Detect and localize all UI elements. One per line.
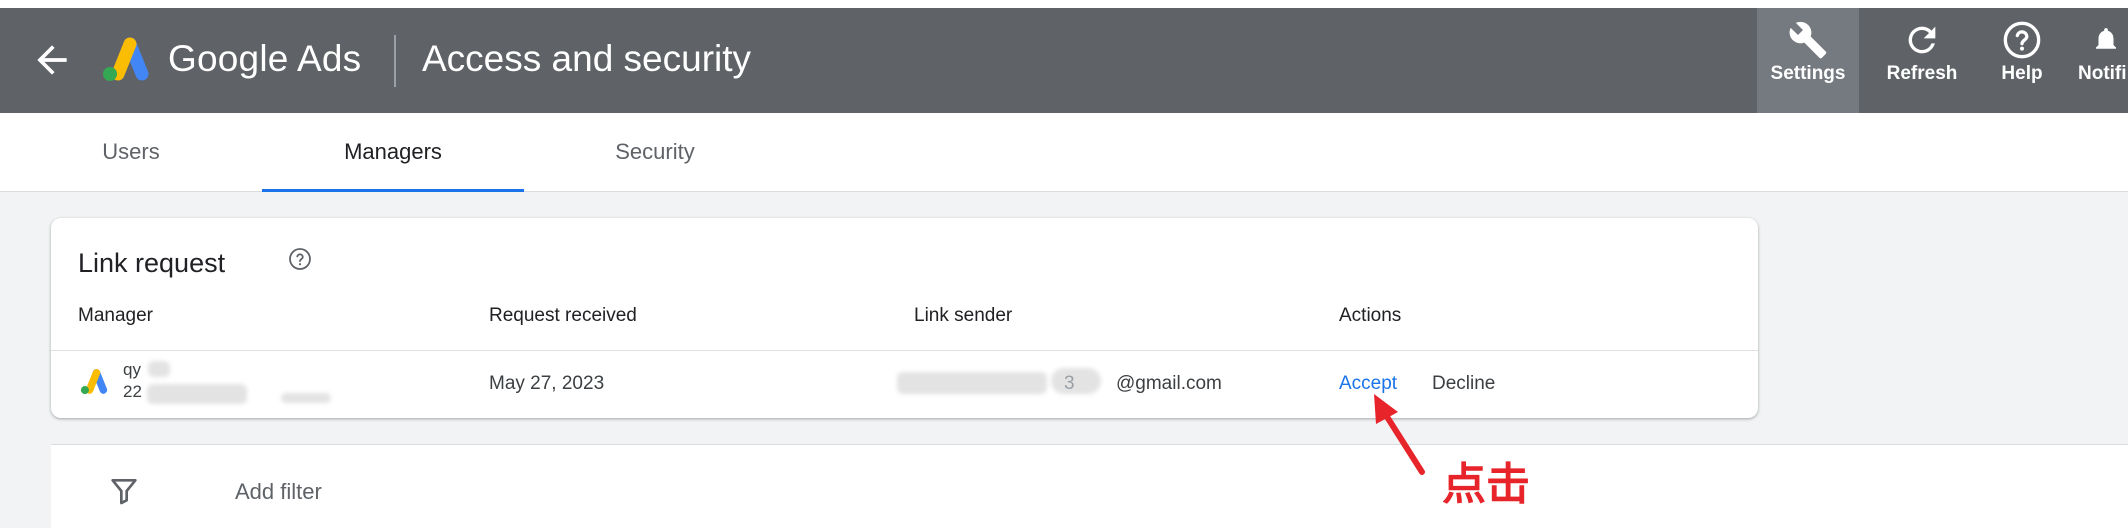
request-received-date: May 27, 2023: [489, 373, 605, 394]
help-icon: [2003, 21, 2041, 59]
tab-managers[interactable]: Managers: [262, 113, 524, 192]
link-request-card: Link request Manager Request received Li…: [51, 218, 1758, 418]
manager-ads-logo-icon: [80, 369, 108, 395]
row-divider: [51, 350, 1758, 351]
tab-security[interactable]: Security: [524, 113, 786, 191]
tab-users[interactable]: Users: [0, 113, 262, 191]
header-divider: [394, 35, 396, 87]
column-header-manager: Manager: [78, 305, 153, 326]
app-header: Google Ads Access and security Settings …: [0, 8, 2128, 113]
annotation-arrow-icon: [1374, 394, 1425, 475]
redaction-blur: [897, 372, 1047, 394]
redaction-blur: [147, 384, 247, 404]
refresh-button[interactable]: Refresh: [1874, 8, 1970, 113]
notifications-icon: [2096, 28, 2116, 49]
brand-name: Google Ads: [168, 38, 362, 79]
question-circle-icon[interactable]: [288, 247, 312, 271]
manager-name: qy: [123, 360, 141, 379]
settings-label: Settings: [1770, 63, 1846, 84]
column-header-actions: Actions: [1339, 305, 1402, 326]
add-filter-button[interactable]: Add filter: [235, 479, 322, 505]
filter-bar: Add filter: [51, 444, 2128, 528]
notifications-button[interactable]: Notifi: [2073, 8, 2128, 113]
manager-id: 22: [123, 382, 142, 401]
help-button[interactable]: Help: [1985, 8, 2059, 113]
page-title: Access and security: [422, 38, 752, 79]
tab-bar: Users Managers Security: [0, 113, 2128, 192]
wrench-icon: [1789, 21, 1827, 59]
top-edge-strip: [0, 0, 2128, 8]
refresh-icon: [1908, 26, 1936, 54]
column-header-link-sender: Link sender: [914, 305, 1013, 326]
redaction-blur: [281, 393, 331, 403]
redaction-blur: [148, 361, 170, 377]
filter-funnel-icon[interactable]: [107, 475, 141, 507]
decline-button[interactable]: Decline: [1432, 373, 1495, 395]
link-sender-email: @gmail.com: [1116, 373, 1222, 394]
google-ads-logo-icon: [103, 37, 149, 81]
settings-button[interactable]: Settings: [1757, 8, 1859, 113]
notifications-label: Notifi: [2078, 63, 2127, 84]
help-label: Help: [2001, 63, 2043, 84]
annotation-click-label: 点击: [1442, 459, 1530, 510]
refresh-label: Refresh: [1886, 63, 1958, 84]
column-header-request-received: Request received: [489, 305, 637, 326]
back-arrow-icon[interactable]: [30, 38, 74, 82]
card-title: Link request: [78, 248, 226, 278]
